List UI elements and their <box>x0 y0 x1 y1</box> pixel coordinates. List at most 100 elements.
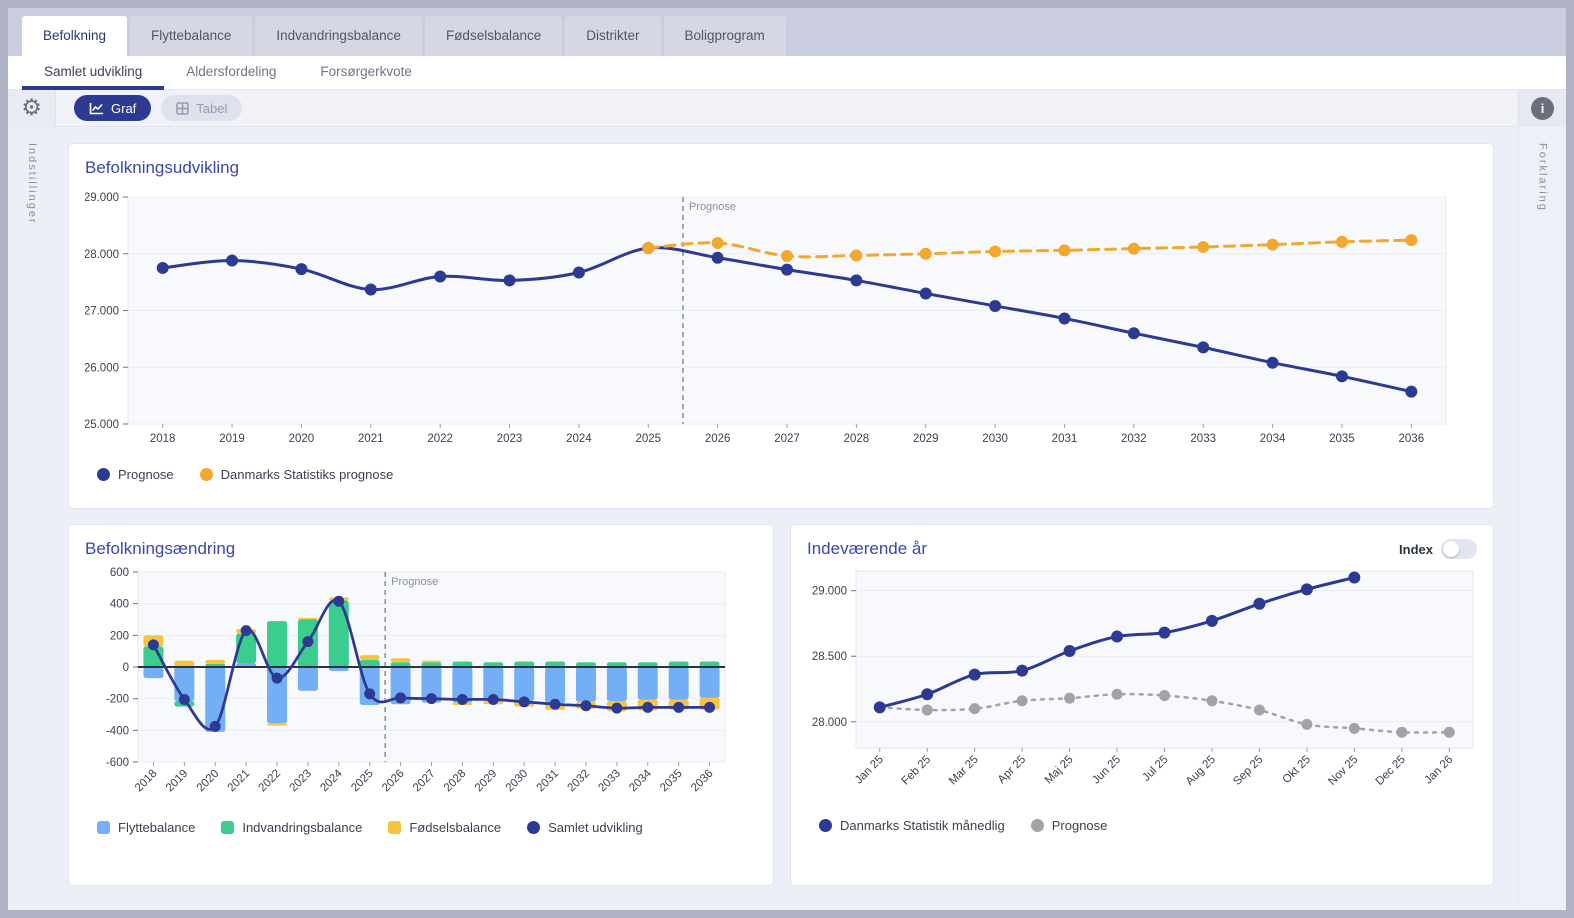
legend-item-prognose[interactable]: Prognose <box>97 467 174 482</box>
graf-button[interactable]: Graf <box>74 95 151 121</box>
table-icon <box>176 102 189 115</box>
indstillinger-panel-label[interactable]: Indstillinger <box>26 143 38 910</box>
svg-text:Prognose: Prognose <box>391 576 438 588</box>
svg-text:2023: 2023 <box>497 433 523 445</box>
svg-text:29.000: 29.000 <box>812 586 847 598</box>
svg-text:2021: 2021 <box>358 433 384 445</box>
svg-text:2030: 2030 <box>504 768 531 795</box>
svg-text:-200: -200 <box>106 694 129 706</box>
indevaerende-aar-chart: 28.00028.50029.000Jan 25Feb 25Mar 25Apr … <box>807 559 1479 809</box>
svg-text:Prognose: Prognose <box>689 201 736 213</box>
svg-text:28.000: 28.000 <box>812 717 847 729</box>
tab-flyttebalance[interactable]: Flyttebalance <box>130 16 252 56</box>
svg-text:Dec 25: Dec 25 <box>1374 754 1408 788</box>
main-tab-bar: Befolkning Flyttebalance Indvandringsbal… <box>8 8 1566 56</box>
svg-text:29.000: 29.000 <box>85 192 119 204</box>
line-chart-icon <box>89 102 104 115</box>
svg-text:Aug 25: Aug 25 <box>1184 754 1218 788</box>
content-area: Indstillinger Forklaring Befolkningsudvi… <box>8 127 1566 910</box>
svg-text:Jan 26: Jan 26 <box>1422 754 1455 787</box>
gear-icon[interactable]: ⚙ <box>21 97 42 120</box>
svg-text:Apr 25: Apr 25 <box>996 754 1028 786</box>
legend-label: Samlet udvikling <box>548 820 643 835</box>
svg-text:2028: 2028 <box>442 768 469 795</box>
befolkningsudvikling-title: Befolkningsudvikling <box>85 158 1477 178</box>
indevaerende-aar-title: Indeværende år <box>807 539 927 559</box>
tabel-button[interactable]: Tabel <box>161 95 242 121</box>
svg-text:2018: 2018 <box>133 768 160 795</box>
svg-text:0: 0 <box>123 662 129 674</box>
svg-text:2029: 2029 <box>473 768 500 795</box>
svg-text:2027: 2027 <box>774 433 800 445</box>
befolkningsaendring-legend: Flyttebalance Indvandringsbalance Fødsel… <box>85 820 757 835</box>
tabel-button-label: Tabel <box>196 101 227 116</box>
toggle-knob <box>1443 541 1459 557</box>
svg-text:2025: 2025 <box>635 433 661 445</box>
svg-text:2020: 2020 <box>195 768 222 795</box>
svg-text:2023: 2023 <box>287 768 314 795</box>
svg-text:2036: 2036 <box>1399 433 1425 445</box>
svg-text:2035: 2035 <box>1329 433 1355 445</box>
befolkningsudvikling-card: Befolkningsudvikling 25.00026.00027.0002… <box>68 143 1494 509</box>
svg-text:Sep 25: Sep 25 <box>1231 754 1265 788</box>
svg-text:Maj 25: Maj 25 <box>1043 754 1076 787</box>
legend-item-dst-prognose[interactable]: Danmarks Statistiks prognose <box>200 467 394 482</box>
subtab-aldersfordeling[interactable]: Aldersfordeling <box>164 56 298 90</box>
svg-text:2026: 2026 <box>705 433 731 445</box>
indevaerende-aar-header: Indeværende år Index <box>807 539 1477 559</box>
subtab-samlet-udvikling[interactable]: Samlet udvikling <box>22 56 164 90</box>
dashboard-page: Befolkning Flyttebalance Indvandringsbal… <box>8 8 1566 910</box>
svg-text:2034: 2034 <box>1260 433 1286 445</box>
svg-text:Feb 25: Feb 25 <box>900 754 934 788</box>
svg-text:2024: 2024 <box>566 433 592 445</box>
legend-item-dst-maanedlig[interactable]: Danmarks Statistik månedlig <box>819 818 1005 833</box>
samlet-udvikling-swatch <box>527 821 540 834</box>
settings-rail: Indstillinger <box>8 127 56 910</box>
svg-text:Okt 25: Okt 25 <box>1281 754 1313 786</box>
tab-foedselsbalance[interactable]: Fødselsbalance <box>425 16 562 56</box>
svg-text:2025: 2025 <box>349 768 376 795</box>
svg-text:2032: 2032 <box>1121 433 1147 445</box>
index-toggle[interactable] <box>1441 539 1477 559</box>
subtab-forsoergerkvote[interactable]: Forsørgerkvote <box>298 56 434 90</box>
indevaerende-aar-card: Indeværende år Index 28.00028.50029.000J… <box>790 524 1494 886</box>
forklaring-panel-label[interactable]: Forklaring <box>1537 143 1549 910</box>
dst-maanedlig-swatch <box>819 819 832 832</box>
legend-label: Indvandringsbalance <box>242 820 362 835</box>
svg-text:-600: -600 <box>106 757 129 769</box>
svg-text:600: 600 <box>110 567 129 579</box>
legend-item-flyttebalance[interactable]: Flyttebalance <box>97 820 195 835</box>
info-icon[interactable] <box>1531 97 1554 120</box>
sub-tab-bar: Samlet udvikling Aldersfordeling Forsørg… <box>8 56 1566 90</box>
svg-text:27.000: 27.000 <box>85 306 119 318</box>
legend-item-prognose-gray[interactable]: Prognose <box>1031 818 1108 833</box>
legend-item-foedselsbalance[interactable]: Fødselsbalance <box>388 820 501 835</box>
tab-distrikter[interactable]: Distrikter <box>565 16 660 56</box>
svg-text:2028: 2028 <box>844 433 870 445</box>
legend-label: Prognose <box>1052 818 1108 833</box>
svg-text:2026: 2026 <box>380 768 407 795</box>
legend-label: Danmarks Statistiks prognose <box>221 467 394 482</box>
svg-text:2035: 2035 <box>658 768 685 795</box>
tab-boligprogram[interactable]: Boligprogram <box>664 16 786 56</box>
svg-text:2019: 2019 <box>219 433 245 445</box>
svg-text:400: 400 <box>110 599 129 611</box>
index-toggle-label: Index <box>1399 542 1433 557</box>
tab-befolkning[interactable]: Befolkning <box>22 16 127 56</box>
window-frame: Befolkning Flyttebalance Indvandringsbal… <box>0 0 1574 918</box>
legend-item-samlet-udvikling[interactable]: Samlet udvikling <box>527 820 643 835</box>
svg-text:200: 200 <box>110 630 129 642</box>
svg-text:2027: 2027 <box>411 768 438 795</box>
svg-text:2032: 2032 <box>566 768 593 795</box>
svg-text:2022: 2022 <box>257 768 284 795</box>
tab-indvandringsbalance[interactable]: Indvandringsbalance <box>255 16 422 56</box>
legend-label: Prognose <box>118 467 174 482</box>
indvandringsbalance-swatch <box>221 821 234 834</box>
svg-text:2019: 2019 <box>164 768 191 795</box>
prognose-gray-swatch <box>1031 819 1044 832</box>
legend-item-indvandringsbalance[interactable]: Indvandringsbalance <box>221 820 362 835</box>
toolbar: ⚙ Graf Tabel <box>8 90 1566 127</box>
forklaring-rail: Forklaring <box>1518 127 1566 910</box>
svg-text:2029: 2029 <box>913 433 939 445</box>
befolkningsaendring-card: Befolkningsændring -600-400-200020040060… <box>68 524 774 886</box>
